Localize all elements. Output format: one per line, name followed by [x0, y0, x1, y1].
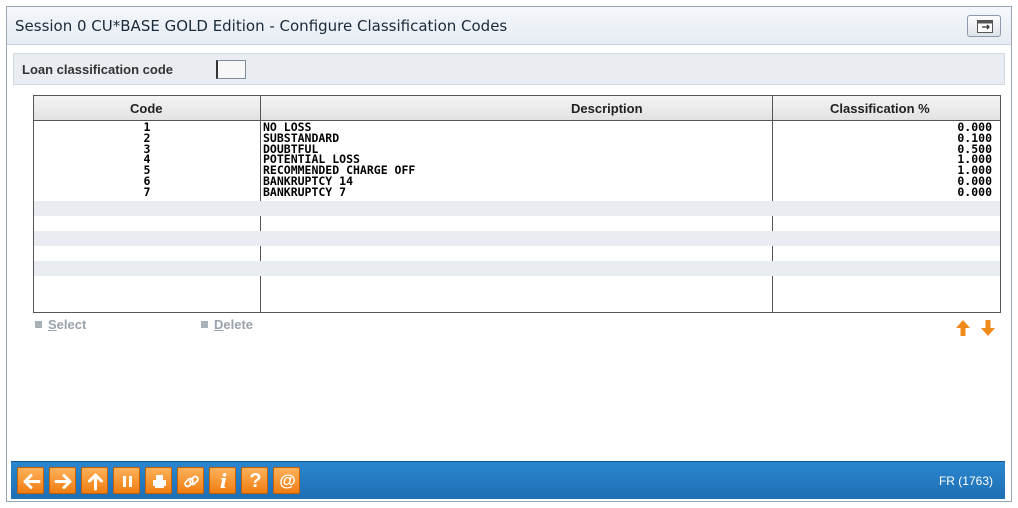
cell-pct: 0.000	[957, 184, 992, 199]
table-row[interactable]: 3 DOUBTFUL 0.500	[34, 143, 1000, 155]
bottom-toolbar: i ? @ FR (1763)	[11, 461, 1005, 499]
title-bar: Session 0 CU*BASE GOLD Edition - Configu…	[7, 7, 1011, 45]
page-up-arrow-icon[interactable]	[956, 320, 970, 336]
page-down-arrow-icon[interactable]	[981, 320, 995, 336]
info-button[interactable]: i	[209, 467, 236, 494]
print-button[interactable]	[145, 467, 172, 494]
at-icon: @	[279, 471, 296, 490]
column-header-description[interactable]: Description	[571, 101, 643, 116]
empty-row	[34, 246, 1000, 261]
screen-options-button[interactable]	[967, 15, 1001, 37]
scroll-arrows	[955, 319, 997, 342]
bullet-icon	[35, 321, 42, 328]
empty-row	[34, 260, 1000, 276]
empty-row	[34, 200, 1000, 216]
forward-icon	[54, 474, 72, 489]
up-button[interactable]	[81, 467, 108, 494]
info-icon: i	[219, 469, 228, 493]
link-button[interactable]	[177, 467, 204, 494]
window-icon	[977, 20, 993, 33]
loan-classification-code-input[interactable]	[216, 60, 246, 79]
link-icon	[184, 475, 199, 488]
filter-row: Loan classification code	[13, 53, 1005, 85]
table-row[interactable]: 7 BANKRUPTCY 7 0.000	[34, 184, 1000, 199]
app-window: Session 0 CU*BASE GOLD Edition - Configu…	[6, 6, 1012, 502]
column-header-classification-pct[interactable]: Classification %	[830, 101, 930, 116]
classification-codes-table: Code Description Classification % 1 NO L…	[33, 95, 1001, 313]
cell-description: BANKRUPTCY 7	[263, 184, 347, 199]
back-button[interactable]	[17, 467, 44, 494]
empty-row	[34, 230, 1000, 246]
table-row[interactable]: 2 SUBSTANDARD 0.100	[34, 132, 1000, 144]
table-row[interactable]: 6 BANKRUPTCY 14 0.000	[34, 175, 1000, 187]
table-header: Code Description Classification %	[34, 96, 1000, 121]
table-row[interactable]: 1 NO LOSS 0.000	[34, 121, 1000, 133]
table-row[interactable]: 4 POTENTIAL LOSS 1.000	[34, 154, 1000, 165]
pause-icon	[123, 476, 132, 487]
delete-action[interactable]: Delete	[201, 317, 253, 332]
at-button[interactable]: @	[273, 467, 300, 494]
column-header-code[interactable]: Code	[130, 101, 163, 116]
print-icon	[153, 475, 166, 488]
help-button[interactable]: ?	[241, 467, 268, 494]
empty-row	[34, 216, 1000, 231]
window-title: Session 0 CU*BASE GOLD Edition - Configu…	[15, 17, 508, 35]
cell-code: 7	[143, 184, 151, 199]
up-icon	[88, 473, 103, 491]
loan-classification-code-label: Loan classification code	[22, 62, 173, 77]
pause-button[interactable]	[113, 467, 140, 494]
help-icon: ?	[249, 470, 262, 492]
select-action[interactable]: Select	[35, 317, 86, 332]
table-row[interactable]: 5 RECOMMENDED CHARGE OFF 1.000	[34, 165, 1000, 176]
back-icon	[23, 474, 41, 489]
screen-id-label: FR (1763)	[938, 474, 993, 488]
forward-button[interactable]	[49, 467, 76, 494]
table-body: 1 NO LOSS 0.000 2 SUBSTANDARD 0.100 3 DO…	[34, 121, 1000, 276]
bullet-icon	[201, 321, 208, 328]
